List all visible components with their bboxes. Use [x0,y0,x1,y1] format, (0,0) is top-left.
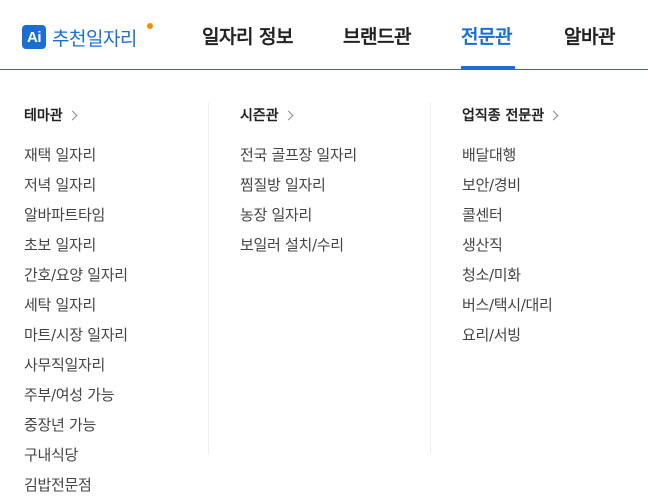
menu-link[interactable]: 알바파트타임 [24,204,128,234]
column-industry: 업직종 전문관 배달대행 보안/경비 콜센터 생산직 청소/미화 버스/택시/대리 요리/서… [462,104,559,354]
menu-link[interactable]: 저녁 일자리 [24,174,128,204]
column-title: 시즌관 [240,108,279,124]
menu-link[interactable]: 마트/시장 일자리 [24,324,128,354]
menu-link[interactable]: 청소/미화 [462,264,557,294]
industry-list: 배달대행 보안/경비 콜센터 생산직 청소/미화 버스/택시/대리 요리/서빙 [462,144,557,354]
menu-link[interactable]: 초보 일자리 [24,234,128,264]
menu-link[interactable]: 콜센터 [462,204,557,234]
column-theme: 테마관 재택 일자리 저녁 일자리 알바파트타임 초보 일자리 간호/요양 일자리 세탁 … [24,104,128,504]
menu-link[interactable]: 요리/서빙 [462,324,557,354]
chevron-right-icon [283,110,294,120]
menu-link[interactable]: 버스/택시/대리 [462,294,557,324]
menu-link[interactable]: 중장년 가능 [24,414,128,444]
season-list: 전국 골프장 일자리 찜질방 일자리 농장 일자리 보일러 설치/수리 [240,144,357,264]
menu-link[interactable]: 배달대행 [462,144,557,174]
chevron-right-icon [548,110,559,120]
notification-dot [147,23,153,29]
column-divider [208,102,209,454]
menu-link[interactable]: 찜질방 일자리 [240,174,357,204]
column-title: 테마관 [24,108,63,124]
menu-link[interactable]: 김밥전문점 [24,474,128,504]
menu-link[interactable]: 보일러 설치/수리 [240,234,357,264]
ai-logo-icon: Ai [22,25,46,49]
tab-job-info[interactable]: 일자리 정보 [202,22,294,49]
menu-link[interactable]: 주부/여성 가능 [24,384,128,414]
active-tab-indicator [461,66,515,69]
top-navigation: Ai 추천일자리 일자리 정보 브랜드관 전문관 알바관 [0,0,648,70]
menu-link[interactable]: 재택 일자리 [24,144,128,174]
theme-list: 재택 일자리 저녁 일자리 알바파트타임 초보 일자리 간호/요양 일자리 세탁 일자리 마… [24,144,128,504]
tab-brand[interactable]: 브랜드관 [343,22,411,49]
menu-link[interactable]: 생산직 [462,234,557,264]
ai-recommend-link[interactable]: Ai 추천일자리 [22,23,153,50]
menu-link[interactable]: 보안/경비 [462,174,557,204]
menu-link[interactable]: 간호/요양 일자리 [24,264,128,294]
column-divider [430,102,431,454]
menu-link[interactable]: 구내식당 [24,444,128,474]
column-title: 업직종 전문관 [462,108,545,124]
column-season: 시즌관 전국 골프장 일자리 찜질방 일자리 농장 일자리 보일러 설치/수리 [240,104,357,264]
tab-specialty[interactable]: 전문관 [461,22,512,49]
menu-link[interactable]: 사무직일자리 [24,354,128,384]
chevron-right-icon [67,110,78,120]
menu-link[interactable]: 전국 골프장 일자리 [240,144,357,174]
tab-albamon[interactable]: 알바관 [564,22,615,49]
column-header-industry[interactable]: 업직종 전문관 [462,104,559,126]
column-header-theme[interactable]: 테마관 [24,104,128,126]
menu-link[interactable]: 농장 일자리 [240,204,357,234]
brand-label: 추천일자리 [52,27,137,50]
column-header-season[interactable]: 시즌관 [240,104,357,126]
menu-link[interactable]: 세탁 일자리 [24,294,128,324]
